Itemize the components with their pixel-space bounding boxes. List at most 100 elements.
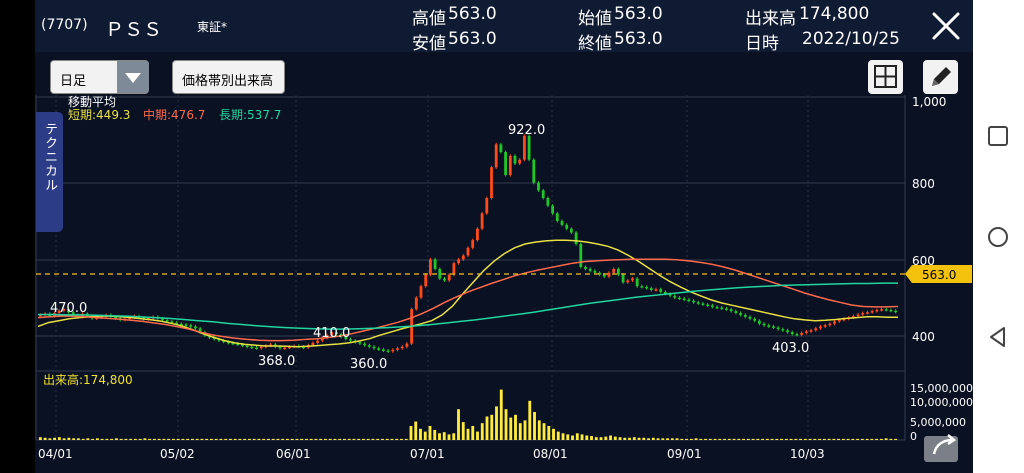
annotation-label: 470.0: [50, 301, 87, 316]
volume-bar: [737, 438, 741, 440]
volume-tick: 15,000,000: [910, 382, 973, 395]
grid-icon: [874, 65, 897, 88]
candle-body: [894, 310, 898, 313]
moving-average-line: [37, 258, 899, 342]
volume-bar: [167, 438, 171, 440]
volume-bar: [309, 438, 313, 440]
volume-bar: [86, 438, 90, 440]
price-axis: 1,000 800 600 400: [912, 95, 946, 344]
candle-body: [875, 309, 879, 312]
volume-bar: [870, 438, 874, 440]
volume-bar: [181, 438, 185, 440]
volume-bar: [822, 438, 826, 440]
date-tick: 10/03: [790, 447, 825, 461]
volume-bar: [556, 431, 560, 440]
candle-body: [696, 302, 700, 304]
date-tick: 05/02: [160, 447, 195, 461]
volume-bars: [38, 389, 898, 440]
volume-bar: [780, 438, 784, 440]
date-tick: 09/01: [667, 447, 702, 461]
rotate-icon[interactable]: [922, 428, 962, 464]
recent-apps-icon[interactable]: [985, 123, 1011, 149]
volume-bar: [362, 438, 365, 440]
technical-tab[interactable]: テクニカル: [36, 112, 63, 232]
candle-body: [565, 224, 569, 229]
volume-bar: [609, 435, 612, 440]
volume-bar: [751, 438, 755, 440]
draw-tool-button[interactable]: [923, 60, 958, 94]
volume-bar: [457, 409, 460, 440]
pencil-icon: [932, 67, 951, 86]
volume-bar: [286, 438, 289, 440]
volume-bar: [637, 437, 641, 440]
volume-bar: [789, 438, 793, 440]
volume-bar: [290, 438, 294, 440]
back-icon[interactable]: [985, 324, 1011, 350]
candle-body: [828, 323, 832, 326]
volume-bar: [651, 437, 655, 440]
volume-bar: [647, 438, 650, 440]
candle-body: [428, 259, 432, 275]
layout-grid-button[interactable]: [868, 60, 903, 94]
candle-body: [414, 297, 418, 310]
candle-body: [645, 286, 648, 289]
volume-bar: [761, 438, 765, 440]
volume-bar: [813, 438, 817, 440]
volume-bar: [590, 436, 593, 440]
candle-body: [631, 278, 634, 281]
candle-body: [372, 346, 376, 349]
volume-bar: [205, 438, 209, 440]
volume-bar: [509, 417, 513, 440]
volume-bar: [542, 423, 546, 440]
current-price-badge: 563.0: [905, 265, 972, 283]
volume-bar: [295, 438, 299, 440]
volume-bar: [423, 431, 427, 440]
volume-bar: [466, 428, 470, 440]
period-select-label: 日足: [60, 74, 87, 89]
volume-bar: [670, 438, 674, 440]
candle-body: [189, 325, 193, 327]
volume-bar: [884, 438, 888, 440]
vertical-gridlines: [55, 95, 809, 440]
candle-body: [475, 228, 479, 241]
candle-body: [569, 228, 573, 233]
volume-bar: [105, 438, 109, 440]
candle-body: [837, 319, 841, 322]
candle-body: [795, 334, 799, 336]
ma-legend-short: 短期:449.3: [68, 108, 130, 122]
price-tick: 800: [912, 177, 935, 191]
volume-bar: [366, 438, 370, 440]
volume-profile-button[interactable]: 価格帯別出来高: [172, 60, 285, 94]
candle-body: [532, 159, 536, 183]
volume-bar: [371, 438, 375, 440]
volume-bar: [81, 438, 85, 440]
app-window: (7707) ＰＳＳ 東証* 高値 563.0 安値 563.0 始値 563.…: [0, 0, 1024, 473]
annotation-label: 410.0: [313, 326, 350, 341]
candle-body: [461, 255, 465, 260]
home-icon[interactable]: [985, 224, 1011, 250]
candle-body: [377, 348, 381, 350]
volume-legend: 出来高:174,800: [43, 372, 133, 387]
candle-body: [804, 331, 808, 333]
volume-bar: [632, 437, 636, 440]
candle-body: [452, 263, 456, 275]
volume-bar: [281, 438, 285, 440]
volume-bar: [485, 416, 489, 440]
candle-body: [391, 349, 395, 352]
candle-body: [283, 347, 287, 349]
volume-bar: [409, 426, 413, 440]
volume-bar: [257, 438, 261, 440]
volume-bar: [547, 426, 551, 440]
volume-bar: [129, 438, 133, 440]
volume-bar: [495, 406, 498, 440]
candle-body: [790, 332, 794, 335]
candle-body: [673, 295, 677, 298]
period-select[interactable]: 日足: [50, 60, 149, 94]
candle-body: [616, 268, 620, 275]
candle-body: [367, 345, 371, 347]
candle-body: [527, 135, 531, 160]
price-tick: 1,000: [912, 95, 946, 109]
candle-body: [584, 267, 587, 269]
candle-body: [767, 325, 771, 327]
candle-body: [447, 274, 451, 281]
